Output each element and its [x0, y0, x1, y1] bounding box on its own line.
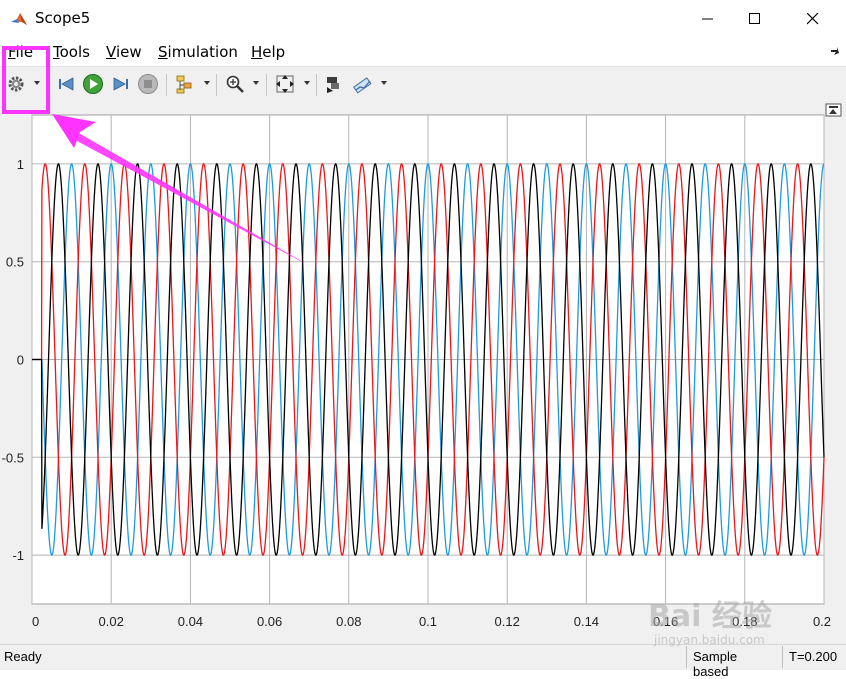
menu-help-mnemonic: H — [251, 43, 263, 61]
maximize-button[interactable] — [732, 0, 778, 38]
y-tick-label: 0 — [17, 353, 24, 368]
zoom-button[interactable] — [224, 73, 246, 95]
x-tick-label: 0.08 — [336, 614, 361, 629]
status-text: Ready — [4, 649, 42, 664]
plot-grid — [31, 114, 825, 605]
x-tick-label: 0.18 — [732, 614, 757, 629]
menu-tools-mnemonic: T — [53, 43, 60, 61]
zoom-dropdown-arrow-icon[interactable] — [253, 81, 259, 85]
undock-button[interactable] — [825, 103, 842, 117]
menu-tools[interactable]: Tools — [53, 43, 90, 61]
menu-bar: File Tools View Simulation Help — [0, 38, 846, 66]
undock-icon — [829, 106, 838, 108]
menu-help-label: elp — [262, 43, 286, 61]
maximize-icon — [749, 13, 760, 24]
close-button[interactable] — [790, 0, 836, 38]
annotation-highlight-box — [2, 46, 50, 114]
x-tick-label: 0.16 — [653, 614, 678, 629]
x-tick-label: 0.1 — [419, 614, 437, 629]
x-tick-label: 0.12 — [495, 614, 520, 629]
sample-mode: Sample based — [686, 646, 781, 679]
minimize-button[interactable] — [685, 0, 731, 38]
scope-plot[interactable]: 1 0.5 0 -0.5 -1 0 0.02 0.04 0.06 0.08 0.1 0.12 0.14… — [0, 101, 846, 644]
toolbar-separator — [216, 74, 217, 96]
signal-hierarchy-icon — [176, 75, 192, 94]
hierarchy-dropdown-arrow-icon[interactable] — [204, 81, 210, 85]
menu-simulation-label: imulation — [167, 43, 238, 61]
toolbar-separator — [316, 74, 317, 96]
menu-view[interactable]: View — [106, 43, 142, 61]
window-title: Scope5 — [35, 9, 91, 27]
run-icon — [83, 74, 103, 94]
style-dropdown-arrow-icon[interactable] — [381, 81, 387, 85]
toolbar — [0, 66, 846, 102]
step-back-button[interactable] — [56, 73, 78, 95]
zoom-icon — [226, 75, 244, 93]
fit-dropdown-arrow-icon[interactable] — [304, 81, 310, 85]
fit-axes-icon — [276, 75, 294, 93]
highlight-block-button[interactable] — [323, 73, 345, 95]
status-bar: Ready Sample based T=0.200 — [0, 644, 846, 679]
y-tick-label: 0.5 — [6, 255, 24, 270]
y-tick-labels: 1 0.5 0 -0.5 -1 — [2, 157, 24, 563]
menu-simulation-mnemonic: S — [158, 43, 168, 61]
toolbar-separator — [166, 74, 167, 96]
stop-button[interactable] — [137, 73, 159, 95]
dock-arrow-icon[interactable] — [830, 46, 840, 56]
y-tick-label: 1 — [17, 157, 24, 172]
menu-view-label: iew — [115, 43, 142, 61]
simulation-time: T=0.200 — [782, 646, 844, 668]
signal-hierarchy-button[interactable] — [174, 73, 196, 95]
stop-icon — [138, 74, 158, 94]
style-button[interactable] — [352, 73, 374, 95]
x-tick-label: 0.02 — [99, 614, 124, 629]
style-icon — [353, 77, 372, 94]
menu-help[interactable]: Help — [251, 43, 285, 61]
menu-tools-label: ools — [59, 43, 90, 61]
highlight-block-icon — [327, 77, 339, 93]
x-tick-label: 0.04 — [178, 614, 203, 629]
y-tick-label: -0.5 — [2, 450, 24, 465]
y-tick-label: -1 — [12, 548, 24, 563]
step-forward-icon — [113, 77, 128, 91]
fit-axes-button[interactable] — [274, 73, 296, 95]
title-bar: Scope5 — [0, 0, 846, 38]
close-icon — [807, 13, 819, 25]
x-tick-label: 0 — [32, 614, 39, 629]
minimize-icon — [702, 18, 713, 20]
menu-view-mnemonic: V — [106, 43, 116, 61]
scope-display[interactable]: 1 0.5 0 -0.5 -1 0 0.02 0.04 0.06 0.08 0.1 0.12 0.14… — [0, 101, 846, 644]
x-tick-label: 0.14 — [574, 614, 599, 629]
matlab-logo-icon — [11, 13, 27, 25]
run-button[interactable] — [82, 73, 104, 95]
x-tick-labels: 0 0.02 0.04 0.06 0.08 0.1 0.12 0.14 0.16 0.18 0.2 — [32, 614, 831, 629]
x-tick-label: 0.06 — [257, 614, 282, 629]
step-back-icon — [59, 77, 74, 91]
step-forward-button[interactable] — [109, 73, 131, 95]
menu-simulation[interactable]: Simulation — [158, 43, 238, 61]
toolbar-separator — [266, 74, 267, 96]
x-tick-label: 0.2 — [813, 614, 831, 629]
